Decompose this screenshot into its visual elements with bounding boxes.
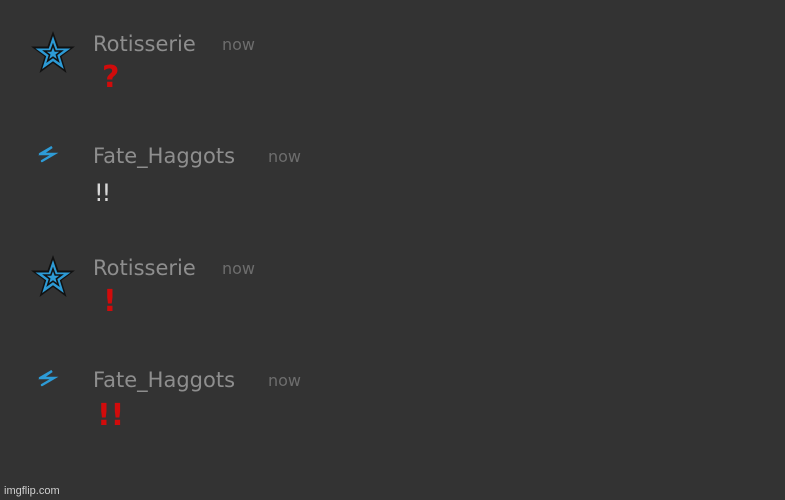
chat-message: Fate_Haggots now !! (0, 366, 785, 466)
zigzag-icon (38, 145, 59, 163)
timestamp: now (222, 259, 256, 278)
timestamp: now (222, 35, 256, 54)
timestamp: now (268, 147, 302, 166)
username[interactable]: Rotisserie (93, 30, 196, 58)
avatar[interactable] (30, 142, 76, 188)
message-content: ! (103, 284, 117, 319)
timestamp: now (268, 371, 302, 390)
watermark: imgflip.com (4, 485, 60, 497)
star-icon (31, 31, 75, 73)
message-content: !! (94, 179, 111, 207)
zigzag-icon (38, 369, 59, 387)
username[interactable]: Fate_Haggots (93, 142, 235, 170)
avatar[interactable] (30, 254, 76, 300)
chat-message: Rotisserie now ? (0, 30, 785, 130)
chat-message: Rotisserie now ! (0, 254, 785, 354)
chat-message: Fate_Haggots now !! (0, 142, 785, 242)
username[interactable]: Rotisserie (93, 254, 196, 282)
username[interactable]: Fate_Haggots (93, 366, 235, 394)
avatar[interactable] (30, 366, 76, 412)
star-icon (31, 255, 75, 297)
message-content: ? (102, 60, 120, 95)
avatar[interactable] (30, 30, 76, 76)
message-content: !! (97, 398, 125, 433)
